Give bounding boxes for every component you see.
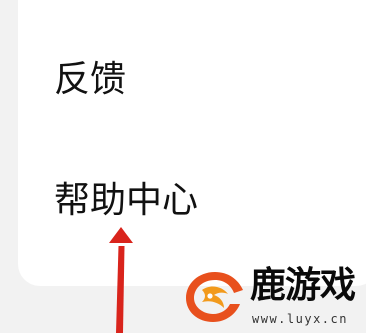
menu-card: [18, 0, 366, 286]
watermark: 鹿游戏 www.luyx.cn: [180, 262, 366, 333]
deer-head-logo-icon: [186, 272, 243, 322]
screen: 反馈 帮助中心 鹿游戏 www.luyx.cn: [0, 0, 366, 333]
help-center-menu-item[interactable]: 帮助中心: [54, 183, 198, 219]
watermark-url: www.luyx.cn: [252, 312, 348, 326]
feedback-menu-item[interactable]: 反馈: [54, 62, 126, 98]
watermark-title: 鹿游戏: [250, 265, 356, 306]
